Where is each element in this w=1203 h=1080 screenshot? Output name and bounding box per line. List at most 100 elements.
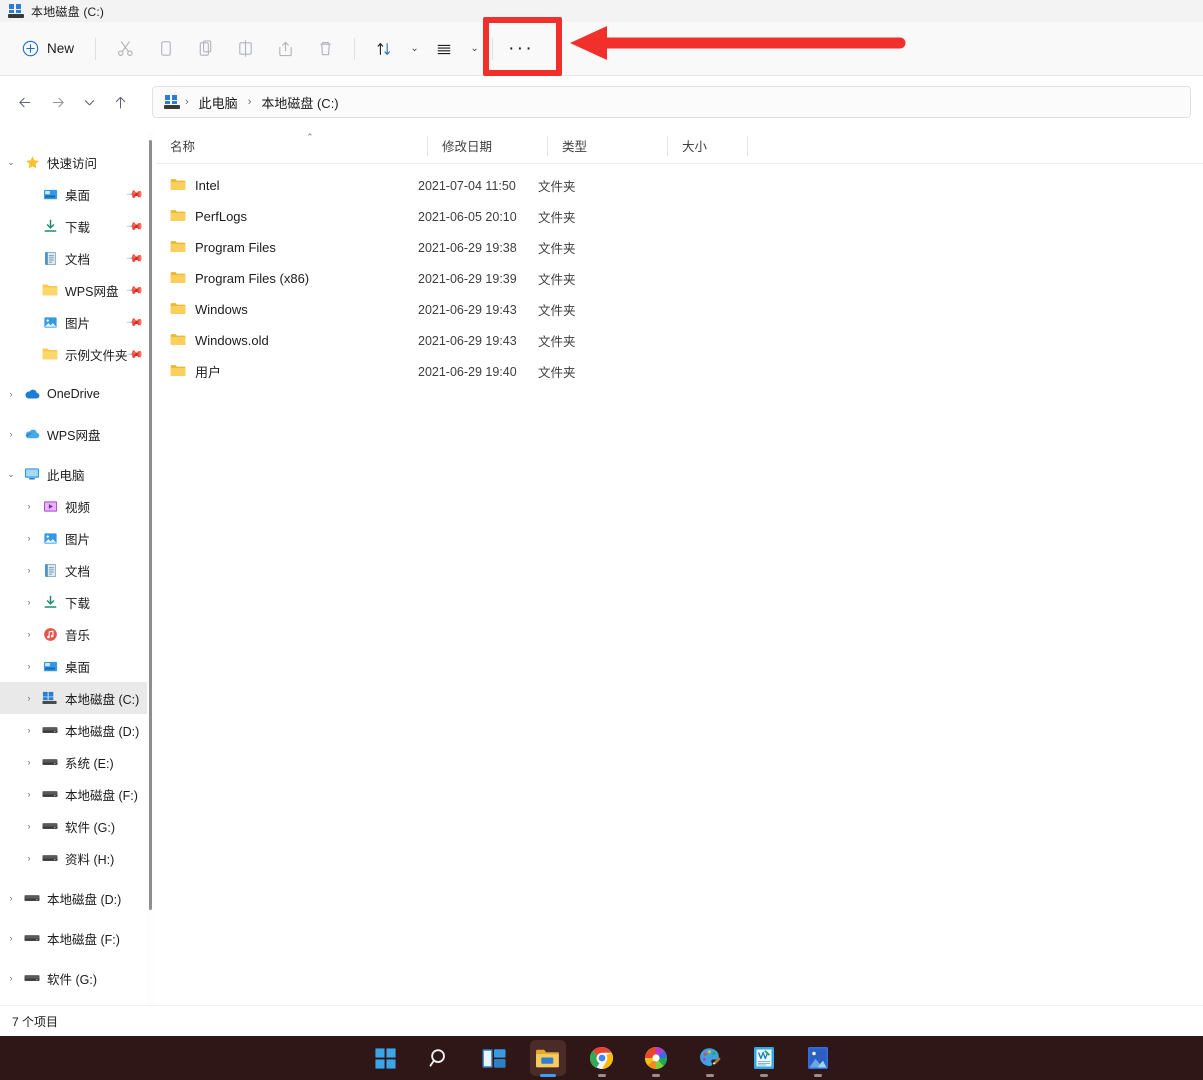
chevron-right-icon[interactable]: › <box>18 565 40 575</box>
chevron-right-icon[interactable]: › <box>18 757 40 767</box>
sidebar-item-data-h[interactable]: › 资料 (H:) <box>0 842 148 874</box>
chevron-right-icon[interactable]: › <box>0 429 22 439</box>
sidebar-item-toplevel-local-disk-f[interactable]: › 本地磁盘 (F:) <box>0 922 148 954</box>
chevron-right-icon[interactable]: › <box>18 789 40 799</box>
sidebar-item-wps-cloud[interactable]: › WPS网盘 <box>0 418 148 450</box>
chevron-down-icon[interactable]: ⌄ <box>0 157 22 168</box>
table-row[interactable]: Windows.old 2021-06-29 19:43 文件夹 <box>156 325 1203 356</box>
cut-button[interactable] <box>105 32 145 66</box>
chevron-right-icon[interactable]: › <box>0 893 22 903</box>
chevron-right-icon[interactable]: › <box>18 853 40 863</box>
pin-icon[interactable]: 📌 <box>126 217 145 236</box>
taskbar-wps-button[interactable] <box>746 1040 782 1076</box>
taskbar-paint-button[interactable] <box>692 1040 728 1076</box>
forward-button[interactable] <box>42 86 74 118</box>
sidebar-item-documents[interactable]: › 文档 📌 <box>0 242 148 274</box>
chevron-right-icon[interactable]: › <box>18 693 40 703</box>
table-row[interactable]: Intel 2021-07-04 11:50 文件夹 <box>156 170 1203 201</box>
sort-dropdown-caret[interactable]: ⌄ <box>404 32 424 66</box>
file-rows[interactable]: Intel 2021-07-04 11:50 文件夹 PerfLogs 2021… <box>156 164 1203 387</box>
paste-button[interactable] <box>185 32 225 66</box>
rename-button[interactable] <box>225 32 265 66</box>
file-name-cell[interactable]: Intel <box>156 178 418 194</box>
sidebar-item-desktop[interactable]: › 桌面 📌 <box>0 178 148 210</box>
sidebar-item-music[interactable]: › 音乐 <box>0 618 148 650</box>
sidebar-item-pictures-pc[interactable]: › 图片 <box>0 522 148 554</box>
chevron-right-icon[interactable]: › <box>18 533 40 543</box>
sort-button[interactable] <box>364 32 404 66</box>
table-row[interactable]: Windows 2021-06-29 19:43 文件夹 <box>156 294 1203 325</box>
column-divider[interactable] <box>747 136 748 156</box>
file-name-cell[interactable]: Windows.old <box>156 333 418 349</box>
column-header-size[interactable]: 大小 <box>668 128 748 164</box>
taskbar-browser-button[interactable] <box>638 1040 674 1076</box>
sidebar-item-documents-pc[interactable]: › 文档 <box>0 554 148 586</box>
breadcrumb-item-local-disk-c[interactable]: 本地磁盘 (C:) <box>256 91 343 114</box>
sidebar-item-system-e[interactable]: › 系统 (E:) <box>0 746 148 778</box>
delete-button[interactable] <box>305 32 345 66</box>
table-row[interactable]: 用户 2021-06-29 19:40 文件夹 <box>156 356 1203 387</box>
sidebar-item-pictures[interactable]: › 图片 📌 <box>0 306 148 338</box>
file-name-cell[interactable]: 用户 <box>156 362 418 381</box>
chevron-right-icon[interactable]: › <box>18 725 40 735</box>
address-bar[interactable]: › 此电脑 › 本地磁盘 (C:) <box>152 86 1191 118</box>
sidebar-item-videos[interactable]: › 视频 <box>0 490 148 522</box>
file-name-cell[interactable]: PerfLogs <box>156 209 418 225</box>
sidebar-item-this-pc[interactable]: ⌄ 此电脑 <box>0 458 148 490</box>
sidebar-item-local-disk-f[interactable]: › 本地磁盘 (F:) <box>0 778 148 810</box>
chevron-right-icon[interactable]: › <box>18 821 40 831</box>
taskbar-search-button[interactable] <box>422 1040 458 1076</box>
share-button[interactable] <box>265 32 305 66</box>
chevron-down-icon[interactable]: ⌄ <box>0 469 22 480</box>
table-row[interactable]: Program Files (x86) 2021-06-29 19:39 文件夹 <box>156 263 1203 294</box>
sidebar-group-quick-access[interactable]: ⌄ 快速访问 <box>0 146 148 178</box>
sidebar-item-downloads[interactable]: › 下载 📌 <box>0 210 148 242</box>
sidebar-item-downloads-pc[interactable]: › 下载 <box>0 586 148 618</box>
sidebar-item-onedrive[interactable]: › OneDrive <box>0 378 148 410</box>
file-name-cell[interactable]: Program Files <box>156 240 418 256</box>
taskbar-start-button[interactable] <box>368 1040 404 1076</box>
up-button[interactable] <box>104 86 136 118</box>
sidebar-scrollbar-thumb[interactable] <box>149 140 152 910</box>
pin-icon[interactable]: 📌 <box>126 185 145 204</box>
chevron-right-icon[interactable]: › <box>18 597 40 607</box>
column-header-date-modified[interactable]: 修改日期 <box>428 128 548 164</box>
taskbar[interactable] <box>0 1036 1203 1080</box>
sidebar-item-toplevel-local-disk-d[interactable]: › 本地磁盘 (D:) <box>0 882 148 914</box>
taskbar-file-explorer-button[interactable] <box>530 1040 566 1076</box>
chevron-right-icon[interactable]: › <box>0 973 22 983</box>
chevron-right-icon[interactable]: › <box>18 661 40 671</box>
taskbar-task-view-button[interactable] <box>476 1040 512 1076</box>
column-header-type[interactable]: 类型 <box>548 128 668 164</box>
view-button[interactable] <box>424 32 464 66</box>
sidebar-item-sample-folder[interactable]: › 示例文件夹 📌 <box>0 338 148 370</box>
chevron-right-icon[interactable]: › <box>0 933 22 943</box>
column-header-name[interactable]: 名称 ⌃ <box>156 128 428 164</box>
file-list-pane[interactable]: 名称 ⌃ 修改日期 类型 大小 Intel 2021-07-04 11:50 <box>156 128 1203 1005</box>
taskbar-chrome-button[interactable] <box>584 1040 620 1076</box>
breadcrumb-item-this-pc[interactable]: 此电脑 <box>194 91 243 114</box>
navigation-pane[interactable]: ⌄ 快速访问 › 桌面 📌 › 下载 📌 › 文档 📌 › WPS网盘 <box>0 128 148 1005</box>
recent-locations-button[interactable] <box>76 86 102 118</box>
table-row[interactable]: PerfLogs 2021-06-05 20:10 文件夹 <box>156 201 1203 232</box>
more-options-button[interactable]: ··· <box>499 32 543 66</box>
sidebar-item-desktop-pc[interactable]: › 桌面 <box>0 650 148 682</box>
sidebar-item-local-disk-d[interactable]: › 本地磁盘 (D:) <box>0 714 148 746</box>
chevron-right-icon[interactable]: › <box>0 389 22 399</box>
pin-icon[interactable]: 📌 <box>126 281 145 300</box>
copy-button[interactable] <box>145 32 185 66</box>
sidebar-item-local-disk-c[interactable]: › 本地磁盘 (C:) <box>0 682 148 714</box>
chevron-right-icon[interactable]: › <box>18 629 40 639</box>
sidebar-item-software-g[interactable]: › 软件 (G:) <box>0 810 148 842</box>
file-name-cell[interactable]: Windows <box>156 302 418 318</box>
new-button[interactable]: New <box>14 32 86 66</box>
file-name-cell[interactable]: Program Files (x86) <box>156 271 418 287</box>
view-dropdown-caret[interactable]: ⌄ <box>464 32 484 66</box>
pin-icon[interactable]: 📌 <box>126 313 145 332</box>
table-row[interactable]: Program Files 2021-06-29 19:38 文件夹 <box>156 232 1203 263</box>
pin-icon[interactable]: 📌 <box>126 249 145 268</box>
sidebar-scrollbar[interactable] <box>147 132 154 1007</box>
back-button[interactable] <box>8 86 40 118</box>
sidebar-item-wps-cloud-folder[interactable]: › WPS网盘 📌 <box>0 274 148 306</box>
chevron-right-icon[interactable]: › <box>18 501 40 511</box>
